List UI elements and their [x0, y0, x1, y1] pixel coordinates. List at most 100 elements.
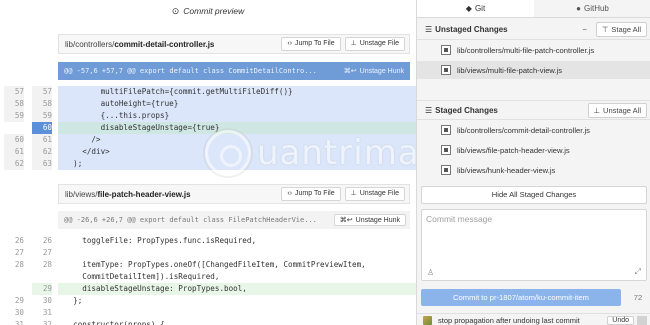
commit-button[interactable]: Commit to pr-1807/atom/ku-commit-item — [421, 289, 621, 306]
unstaged-title: ☰ Unstaged Changes — [425, 25, 508, 34]
panel-tabs: ◆ Git ● GitHub — [417, 0, 650, 18]
unstage-icon: ⊥ — [350, 190, 357, 197]
code-text: }; — [64, 296, 83, 305]
commit-message-input[interactable] — [426, 214, 636, 224]
stage-icon: ⊤ — [601, 25, 609, 34]
git-icon: ◆ — [465, 4, 472, 13]
unstage-icon: ⊥ — [593, 105, 601, 115]
old-line-number: 57 — [4, 86, 24, 98]
new-line-number: 27 — [42, 248, 52, 257]
code-text: constructor(props) { — [64, 320, 165, 325]
file-header: lib/views/file-patch-header-view.js ‹› Ju… — [58, 184, 410, 204]
new-line-number: 32 — [42, 320, 52, 325]
expand-icon[interactable]: ⤢ — [635, 267, 641, 277]
old-line-number: 59 — [4, 110, 24, 122]
diff-line[interactable]: 62 63 ); — [0, 158, 416, 170]
unstage-file-button[interactable]: ⊥ Unstage File — [344, 37, 405, 51]
jump-to-file-button[interactable]: ‹› Jump To File — [281, 187, 341, 201]
diff-line[interactable]: 57 57 multiFilePatch={commit.getMultiFile… — [0, 86, 416, 98]
diff-line[interactable]: 60 disableStageUnstage={true} — [0, 122, 416, 134]
diff-line[interactable]: 28 28 itemType: PropTypes.oneOf([ChangedF… — [0, 259, 416, 271]
staged-header: ☰ Staged Changes ⊥ Unstage All — [417, 100, 650, 120]
collapse-button[interactable]: − — [577, 23, 591, 36]
diff-line[interactable]: 27 27 — [0, 247, 416, 259]
tab-git[interactable]: ◆ Git — [417, 0, 534, 17]
old-line-number: 60 — [4, 134, 24, 146]
code-text: disableStageUnstage={true} — [58, 122, 416, 134]
old-line-number: 26 — [14, 236, 24, 245]
new-line-number: 29 — [32, 283, 52, 295]
code-icon: ‹› — [287, 40, 293, 47]
new-line-number: 59 — [32, 110, 52, 122]
file-modified-icon — [441, 125, 451, 135]
file-header: lib/controllers/commit-detail-controller… — [58, 34, 410, 54]
diff-line[interactable]: 61 62 </div> — [0, 146, 416, 158]
git-panel: ◆ Git ● GitHub ☰ Unstaged Changes − ⊤ Stage … — [416, 0, 650, 325]
unstage-icon: ⊥ — [350, 40, 357, 47]
file-list-item[interactable]: lib/controllers/multi-file-patch-control… — [417, 41, 650, 59]
file-modified-icon — [441, 45, 451, 55]
code-text: {...this.props} — [58, 110, 416, 122]
file-modified-icon — [441, 165, 451, 175]
hunk-header[interactable]: @@ -57,6 +57,7 @@ export default class C… — [58, 62, 410, 80]
hide-staged-changes-button[interactable]: Hide All Staged Changes — [421, 186, 647, 204]
list-icon: ☰ — [425, 25, 433, 34]
undo-button[interactable]: Undo — [607, 316, 634, 325]
diff-line[interactable]: 29 30 }; — [0, 295, 416, 307]
unstage-hunk-button[interactable]: ⌘↩ Unstage Hunk — [333, 214, 406, 226]
new-line-number: 60 — [32, 122, 52, 134]
unstaged-header: ☰ Unstaged Changes − ⊤ Stage All — [417, 20, 650, 40]
file-list-item[interactable]: lib/views/file-patch-header-view.js — [417, 141, 650, 159]
code-text: autoHeight={true} — [58, 98, 416, 110]
hunk-header[interactable]: @@ -26,6 +26,7 @@ export default class F… — [58, 211, 410, 229]
old-line-number: 61 — [4, 146, 24, 158]
diff-line[interactable]: 29 disableStageUnstage: PropTypes.bool, — [0, 283, 416, 295]
file-list-item[interactable]: lib/views/hunk-header-view.js — [417, 161, 650, 179]
diff-line[interactable]: 59 59 {...this.props} — [0, 110, 416, 122]
commit-preview-pane: ⊙ Commit preview lib/controllers/commit-d… — [0, 0, 416, 325]
code-text: multiFilePatch={commit.getMultiFileDiff(… — [58, 86, 416, 98]
diff-line[interactable]: 30 31 — [0, 307, 416, 319]
tab-github[interactable]: ● GitHub — [534, 0, 650, 17]
new-line-number: 57 — [32, 86, 52, 98]
diff-line[interactable]: 31 32 constructor(props) { — [0, 319, 416, 325]
diff-line[interactable]: 58 58 autoHeight={true} — [0, 98, 416, 110]
commit-box: ♙ ⤢ — [421, 209, 647, 281]
file-list-item-label: lib/views/multi-file-patch-view.js — [457, 65, 563, 75]
old-line-number: 29 — [14, 296, 24, 305]
minus-icon: − — [582, 25, 587, 34]
new-line-number: 30 — [42, 296, 52, 305]
hunk-icon: ⌘↩ — [339, 217, 353, 224]
old-line-number: 62 — [4, 158, 24, 170]
preview-title: ⊙ Commit preview — [171, 6, 245, 16]
new-line-number: 26 — [42, 236, 52, 245]
staged-title: ☰ Staged Changes — [425, 105, 498, 115]
file-list-item-label: lib/controllers/multi-file-patch-control… — [457, 45, 595, 55]
old-line-number: 27 — [14, 248, 24, 257]
hunk-title: @@ -57,6 +57,7 @@ export default class C… — [64, 67, 317, 75]
recent-commit[interactable]: stop propagation after undoing last comm… — [417, 313, 650, 325]
more-icon[interactable] — [637, 315, 647, 325]
hunk-icon: ⌘↩ — [343, 68, 357, 75]
file-modified-icon — [441, 65, 451, 75]
unstage-all-button[interactable]: ⊥ Unstage All — [587, 102, 647, 118]
old-line-number: 30 — [14, 308, 24, 317]
list-icon: ☰ — [425, 105, 433, 115]
co-author-icon[interactable]: ♙ — [427, 268, 434, 277]
stage-all-button[interactable]: ⊤ Stage All — [595, 22, 647, 37]
old-line-number: 58 — [4, 98, 24, 110]
unstage-hunk-button[interactable]: ⌘↩ Unstage Hunk — [344, 67, 410, 75]
new-line-number: 28 — [42, 260, 52, 269]
code-text: </div> — [58, 146, 416, 158]
code-text: ); — [58, 158, 416, 170]
file-list-item[interactable]: lib/views/multi-file-patch-view.js — [417, 61, 650, 79]
unstage-file-button[interactable]: ⊥ Unstage File — [344, 187, 405, 201]
jump-to-file-button[interactable]: ‹› Jump To File — [281, 37, 341, 51]
new-line-number: 58 — [32, 98, 52, 110]
file-list-item-label: lib/views/hunk-header-view.js — [457, 165, 556, 175]
diff-line[interactable]: 60 61 /> — [0, 134, 416, 146]
file-list-item[interactable]: lib/controllers/commit-detail-controller… — [417, 121, 650, 139]
diff-line[interactable]: 26 26 toggleFile: PropTypes.func.isRequir… — [0, 235, 416, 247]
code-text: disableStageUnstage: PropTypes.bool, — [58, 283, 416, 295]
diff-line[interactable]: CommitDetailItem]).isRequired, — [0, 271, 416, 283]
